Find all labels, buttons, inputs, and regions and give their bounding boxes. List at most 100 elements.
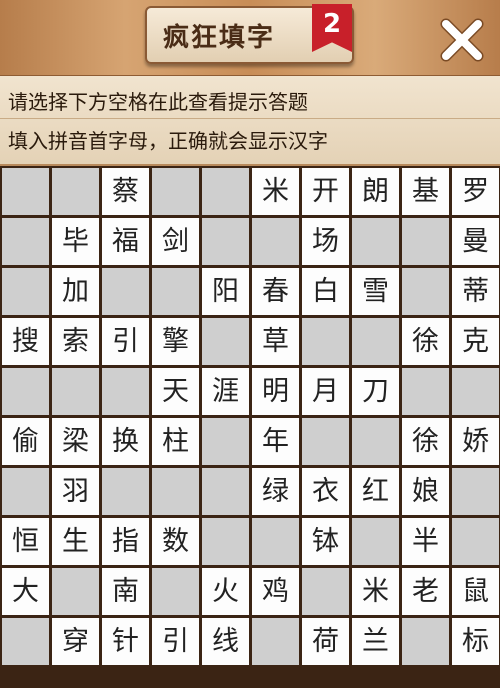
letter-cell[interactable]: 克: [452, 318, 499, 365]
blocked-cell: [452, 468, 499, 515]
letter-cell[interactable]: 梁: [52, 418, 99, 465]
letter-cell[interactable]: 剑: [152, 218, 199, 265]
blocked-cell: [102, 368, 149, 415]
blocked-cell: [302, 318, 349, 365]
letter-cell[interactable]: 羽: [52, 468, 99, 515]
blocked-cell: [202, 468, 249, 515]
blocked-cell: [352, 418, 399, 465]
hint-line-1: 请选择下方空格在此查看提示答题: [8, 90, 308, 114]
blocked-cell: [252, 618, 299, 665]
blocked-cell: [2, 468, 49, 515]
game-title: 疯狂填字: [163, 23, 276, 53]
letter-cell[interactable]: 引: [152, 618, 199, 665]
letter-cell[interactable]: 刀: [352, 368, 399, 415]
letter-cell[interactable]: 阳: [202, 268, 249, 315]
blocked-cell: [152, 568, 199, 615]
letter-cell[interactable]: 毕: [52, 218, 99, 265]
blocked-cell: [152, 268, 199, 315]
letter-cell[interactable]: 钵: [302, 518, 349, 565]
blocked-cell: [352, 318, 399, 365]
letter-cell[interactable]: 开: [302, 168, 349, 215]
letter-cell[interactable]: 米: [352, 568, 399, 615]
blocked-cell: [2, 168, 49, 215]
blocked-cell: [152, 168, 199, 215]
letter-cell[interactable]: 曼: [452, 218, 499, 265]
letter-cell[interactable]: 换: [102, 418, 149, 465]
letter-cell[interactable]: 场: [302, 218, 349, 265]
letter-cell[interactable]: 草: [252, 318, 299, 365]
letter-cell[interactable]: 搜: [2, 318, 49, 365]
letter-cell[interactable]: 朗: [352, 168, 399, 215]
hint-panel: 请选择下方空格在此查看提示答题 填入拼音首字母，正确就会显示汉字: [0, 76, 500, 167]
letter-cell[interactable]: 偷: [2, 418, 49, 465]
blocked-cell: [402, 618, 449, 665]
blocked-cell: [52, 168, 99, 215]
letter-cell[interactable]: 绿: [252, 468, 299, 515]
letter-cell[interactable]: 大: [2, 568, 49, 615]
blocked-cell: [152, 468, 199, 515]
letter-cell[interactable]: 穿: [52, 618, 99, 665]
letter-cell[interactable]: 恒: [2, 518, 49, 565]
letter-cell[interactable]: 索: [52, 318, 99, 365]
blocked-cell: [302, 418, 349, 465]
letter-cell[interactable]: 娘: [402, 468, 449, 515]
letter-cell[interactable]: 荷: [302, 618, 349, 665]
letter-cell[interactable]: 天: [152, 368, 199, 415]
letter-cell[interactable]: 衣: [302, 468, 349, 515]
letter-cell[interactable]: 线: [202, 618, 249, 665]
blocked-cell: [102, 268, 149, 315]
letter-cell[interactable]: 福: [102, 218, 149, 265]
header-bar: 疯狂填字 2: [0, 0, 500, 76]
blocked-cell: [452, 518, 499, 565]
blocked-cell: [352, 518, 399, 565]
hint-divider: [0, 118, 500, 119]
letter-cell[interactable]: 兰: [352, 618, 399, 665]
letter-cell[interactable]: 罗: [452, 168, 499, 215]
letter-cell[interactable]: 火: [202, 568, 249, 615]
letter-cell[interactable]: 白: [302, 268, 349, 315]
letter-cell[interactable]: 红: [352, 468, 399, 515]
blocked-cell: [352, 218, 399, 265]
blocked-cell: [52, 368, 99, 415]
letter-cell[interactable]: 蔡: [102, 168, 149, 215]
letter-cell[interactable]: 半: [402, 518, 449, 565]
letter-cell[interactable]: 针: [102, 618, 149, 665]
blocked-cell: [252, 218, 299, 265]
letter-cell[interactable]: 数: [152, 518, 199, 565]
letter-cell[interactable]: 老: [402, 568, 449, 615]
letter-cell[interactable]: 月: [302, 368, 349, 415]
hint-line-2: 填入拼音首字母，正确就会显示汉字: [8, 129, 328, 153]
letter-cell[interactable]: 涯: [202, 368, 249, 415]
blocked-cell: [2, 268, 49, 315]
blocked-cell: [402, 268, 449, 315]
letter-cell[interactable]: 柱: [152, 418, 199, 465]
letter-cell[interactable]: 徐: [402, 418, 449, 465]
blocked-cell: [52, 568, 99, 615]
letter-cell[interactable]: 鸡: [252, 568, 299, 615]
letter-cell[interactable]: 年: [252, 418, 299, 465]
letter-cell[interactable]: 雪: [352, 268, 399, 315]
letter-cell[interactable]: 明: [252, 368, 299, 415]
blocked-cell: [2, 368, 49, 415]
blocked-cell: [202, 418, 249, 465]
letter-cell[interactable]: 引: [102, 318, 149, 365]
letter-cell[interactable]: 指: [102, 518, 149, 565]
crossword-board: 蔡米开朗基罗毕福剑场曼加阳春白雪蒂搜索引擎草徐克天涯明月刀偷梁换柱年徐娇羽绿衣红…: [0, 166, 500, 688]
letter-cell[interactable]: 基: [402, 168, 449, 215]
blocked-cell: [402, 368, 449, 415]
letter-cell[interactable]: 标: [452, 618, 499, 665]
letter-cell[interactable]: 蒂: [452, 268, 499, 315]
letter-cell[interactable]: 生: [52, 518, 99, 565]
letter-cell[interactable]: 南: [102, 568, 149, 615]
blocked-cell: [252, 518, 299, 565]
close-button[interactable]: [436, 14, 488, 66]
blocked-cell: [302, 568, 349, 615]
letter-cell[interactable]: 春: [252, 268, 299, 315]
blocked-cell: [202, 168, 249, 215]
letter-cell[interactable]: 娇: [452, 418, 499, 465]
letter-cell[interactable]: 加: [52, 268, 99, 315]
letter-cell[interactable]: 鼠: [452, 568, 499, 615]
letter-cell[interactable]: 徐: [402, 318, 449, 365]
letter-cell[interactable]: 米: [252, 168, 299, 215]
letter-cell[interactable]: 擎: [152, 318, 199, 365]
